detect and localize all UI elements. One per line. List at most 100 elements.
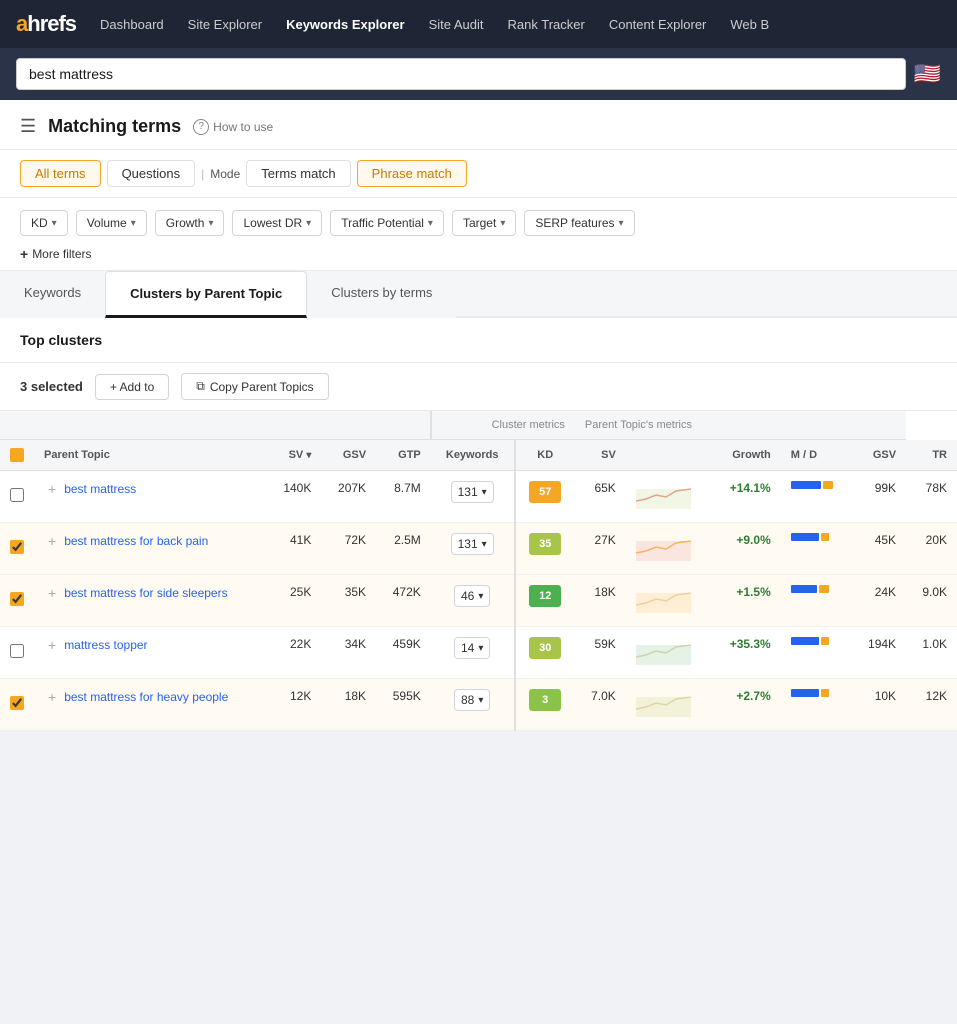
md-blue-segment [791, 585, 817, 593]
add-row-icon[interactable]: + [48, 533, 56, 549]
row-sv: 25K [267, 575, 322, 627]
col-sv[interactable]: SV ▾ [267, 440, 322, 471]
md-bar [791, 481, 842, 489]
results-table: Cluster metrics Parent Topic's metrics P… [0, 411, 957, 731]
flag-icon: 🇺🇸 [914, 61, 941, 87]
row-gsv: 207K [321, 471, 376, 523]
sparkline-chart [636, 637, 691, 665]
keyword-link[interactable]: best mattress for heavy people [64, 689, 228, 706]
row-plus-cell: + best mattress for heavy people [34, 679, 267, 731]
keyword-link[interactable]: mattress topper [64, 637, 147, 654]
table-row: + best mattress for side sleepers 25K 35… [0, 575, 957, 627]
tab-questions[interactable]: Questions [107, 160, 196, 187]
nav-web-b[interactable]: Web B [730, 17, 769, 32]
row-tr: 1.0K [906, 627, 957, 679]
add-row-icon[interactable]: + [48, 585, 56, 601]
row-checkbox[interactable] [10, 488, 24, 502]
plus-icon: + [20, 246, 28, 262]
table-row: + best mattress for back pain 41K 72K 2.… [0, 523, 957, 575]
row-md [781, 679, 852, 731]
main-content: ☰ Matching terms ? How to use All terms … [0, 100, 957, 731]
copy-parent-topics-button[interactable]: ⧉ Copy Parent Topics [181, 373, 328, 400]
col-keywords: Keywords [431, 440, 515, 471]
row-checkbox[interactable] [10, 592, 24, 606]
chevron-down-icon: ▾ [482, 487, 487, 498]
filter-traffic-potential[interactable]: Traffic Potential ▾ [330, 210, 444, 236]
row-kd-sv: 7.0K [575, 679, 626, 731]
row-checkbox[interactable] [10, 540, 24, 554]
row-tr: 9.0K [906, 575, 957, 627]
nav-keywords-explorer[interactable]: Keywords Explorer [286, 17, 405, 32]
tab-keywords[interactable]: Keywords [0, 271, 105, 318]
top-navigation: ahrefs Dashboard Site Explorer Keywords … [0, 0, 957, 48]
row-gsv: 34K [321, 627, 376, 679]
parent-metrics-header-cell: Parent Topic's metrics [575, 411, 906, 440]
add-row-icon[interactable]: + [48, 689, 56, 705]
nav-dashboard[interactable]: Dashboard [100, 17, 164, 32]
row-growth: +9.0% [711, 523, 781, 575]
filter-kd[interactable]: KD ▾ [20, 210, 68, 236]
col-gtp: GTP [376, 440, 431, 471]
md-orange-segment [823, 481, 833, 489]
cluster-metrics-divider: Cluster metrics [431, 411, 575, 440]
filter-serp-features[interactable]: SERP features ▾ [524, 210, 634, 236]
tab-phrase-match[interactable]: Phrase match [357, 160, 467, 187]
add-to-button[interactable]: + Add to [95, 374, 169, 400]
filters-row: KD ▾ Volume ▾ Growth ▾ Lowest DR ▾ Traff… [0, 198, 957, 271]
keywords-select[interactable]: 131 ▾ [451, 533, 494, 555]
md-bar [791, 689, 842, 697]
search-input[interactable] [16, 58, 906, 90]
section-header: ☰ Matching terms ? How to use [0, 100, 957, 150]
add-row-icon[interactable]: + [48, 637, 56, 653]
keywords-select[interactable]: 14 ▾ [454, 637, 490, 659]
col-growth: Growth [711, 440, 781, 471]
chevron-down-icon: ▾ [500, 218, 505, 229]
col-sv2: SV [575, 440, 626, 471]
keywords-select[interactable]: 46 ▾ [454, 585, 490, 607]
row-plus-cell: + best mattress for back pain [34, 523, 267, 575]
keywords-select[interactable]: 131 ▾ [451, 481, 494, 503]
row-gtp: 2.5M [376, 523, 431, 575]
minus-icon[interactable] [10, 448, 24, 462]
chevron-down-icon: ▾ [428, 218, 433, 229]
filter-target[interactable]: Target ▾ [452, 210, 516, 236]
keyword-link[interactable]: best mattress for back pain [64, 533, 208, 550]
row-sv: 12K [267, 679, 322, 731]
tab-clusters-terms[interactable]: Clusters by terms [307, 271, 456, 318]
nav-rank-tracker[interactable]: Rank Tracker [508, 17, 585, 32]
sparkline-chart [636, 689, 691, 717]
row-kd-sv: 18K [575, 575, 626, 627]
row-gtp: 459K [376, 627, 431, 679]
row-checkbox-cell [0, 523, 34, 575]
kd-badge: 35 [529, 533, 561, 555]
nav-content-explorer[interactable]: Content Explorer [609, 17, 707, 32]
kd-badge: 12 [529, 585, 561, 607]
tab-terms-match[interactable]: Terms match [246, 160, 350, 187]
row-checkbox-cell [0, 471, 34, 523]
help-link[interactable]: ? How to use [193, 119, 273, 135]
filter-lowest-dr[interactable]: Lowest DR ▾ [232, 210, 322, 236]
table-container: Cluster metrics Parent Topic's metrics P… [0, 411, 957, 731]
add-row-icon[interactable]: + [48, 481, 56, 497]
row-growth: +2.7% [711, 679, 781, 731]
chevron-down-icon: ▾ [478, 695, 483, 706]
menu-icon[interactable]: ☰ [20, 116, 36, 137]
md-orange-segment [821, 689, 829, 697]
filter-growth[interactable]: Growth ▾ [155, 210, 225, 236]
tab-clusters-parent-topic[interactable]: Clusters by Parent Topic [105, 271, 307, 318]
more-filters-btn[interactable]: + More filters [20, 246, 937, 262]
nav-site-audit[interactable]: Site Audit [429, 17, 484, 32]
md-orange-segment [819, 585, 829, 593]
keyword-link[interactable]: best mattress for side sleepers [64, 585, 227, 602]
tab-all-terms[interactable]: All terms [20, 160, 101, 187]
filter-volume[interactable]: Volume ▾ [76, 210, 147, 236]
copy-icon: ⧉ [196, 379, 205, 394]
chevron-down-icon: ▾ [306, 218, 311, 229]
nav-site-explorer[interactable]: Site Explorer [188, 17, 262, 32]
keywords-select[interactable]: 88 ▾ [454, 689, 490, 711]
row-kd: 30 [515, 627, 575, 679]
row-checkbox-cell [0, 575, 34, 627]
row-checkbox[interactable] [10, 696, 24, 710]
keyword-link[interactable]: best mattress [64, 481, 136, 498]
row-checkbox[interactable] [10, 644, 24, 658]
